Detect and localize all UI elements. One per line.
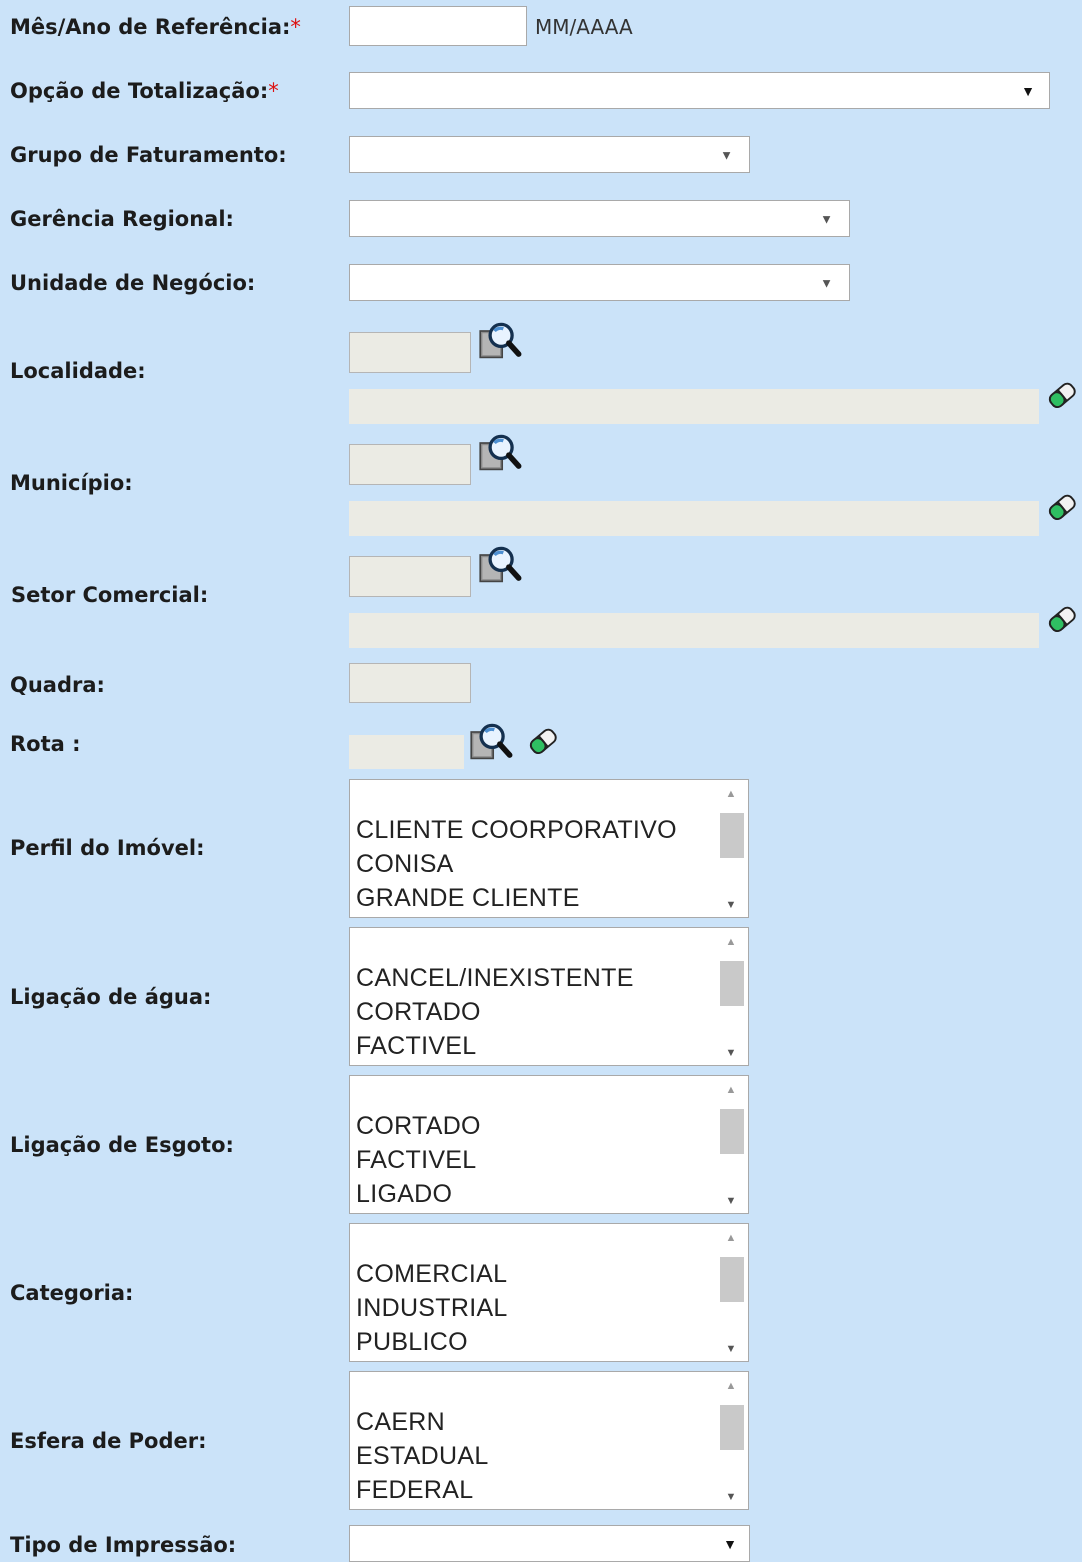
dropdown-arrow-icon: ▼ <box>723 1535 737 1552</box>
scrollbar[interactable]: ▲ ▼ <box>714 1224 748 1361</box>
scrollbar-thumb[interactable] <box>720 813 744 858</box>
scrollbar[interactable]: ▲ ▼ <box>714 1076 748 1213</box>
list-option[interactable]: PUBLICO <box>356 1325 508 1359</box>
list-option[interactable]: FACTIVEL <box>356 1029 634 1063</box>
scroll-down-arrow-icon[interactable]: ▼ <box>714 1047 748 1059</box>
search-icon[interactable] <box>467 721 515 765</box>
localidade-label: Localidade: <box>10 359 146 383</box>
quadra-label: Quadra: <box>10 673 105 697</box>
grupo-faturamento-label: Grupo de Faturamento: <box>10 143 287 167</box>
dropdown-arrow-icon: ▼ <box>720 147 733 162</box>
search-icon[interactable] <box>476 320 524 364</box>
eraser-icon[interactable] <box>1043 488 1081 526</box>
dropdown-arrow-icon: ▼ <box>820 211 833 226</box>
scroll-up-arrow-icon[interactable]: ▲ <box>714 936 748 948</box>
list-option[interactable]: CORTADO <box>356 1109 481 1143</box>
setor-comercial-description <box>349 613 1039 648</box>
scroll-up-arrow-icon[interactable]: ▲ <box>714 788 748 800</box>
opcao-totalizacao-label: Opção de Totalização:* <box>10 79 279 103</box>
scrollbar-thumb[interactable] <box>720 1109 744 1154</box>
municipio-label: Município: <box>10 471 133 495</box>
list-option[interactable]: CONISA <box>356 847 677 881</box>
grupo-faturamento-select[interactable]: ▼ <box>349 136 750 173</box>
municipio-code-input[interactable] <box>349 444 471 485</box>
search-icon[interactable] <box>476 432 524 476</box>
perfil-imovel-label: Perfil do Imóvel: <box>10 836 205 860</box>
categoria-label: Categoria: <box>10 1281 134 1305</box>
rota-input[interactable] <box>349 735 464 769</box>
scroll-up-arrow-icon[interactable]: ▲ <box>714 1380 748 1392</box>
ligacao-esgoto-listbox[interactable]: CORTADO FACTIVEL LIGADO ▲ ▼ <box>349 1075 749 1214</box>
eraser-icon[interactable] <box>1043 600 1081 638</box>
gerencia-regional-label: Gerência Regional: <box>10 207 234 231</box>
list-option[interactable]: FACTIVEL <box>356 1143 481 1177</box>
mes-ano-label: Mês/Ano de Referência:* <box>10 15 301 39</box>
scroll-down-arrow-icon[interactable]: ▼ <box>714 1195 748 1207</box>
mes-ano-input[interactable] <box>349 6 527 46</box>
unidade-negocio-label: Unidade de Negócio: <box>10 271 256 295</box>
list-option[interactable]: ESTADUAL <box>356 1439 489 1473</box>
list-option[interactable]: CANCEL/INEXISTENTE <box>356 961 634 995</box>
ligacao-agua-listbox[interactable]: CANCEL/INEXISTENTE CORTADO FACTIVEL ▲ ▼ <box>349 927 749 1066</box>
unidade-negocio-select[interactable]: ▼ <box>349 264 850 301</box>
setor-comercial-code-input[interactable] <box>349 556 471 597</box>
gerencia-regional-select[interactable]: ▼ <box>349 200 850 237</box>
scrollbar-thumb[interactable] <box>720 1405 744 1450</box>
esfera-poder-listbox[interactable]: CAERN ESTADUAL FEDERAL ▲ ▼ <box>349 1371 749 1510</box>
scroll-up-arrow-icon[interactable]: ▲ <box>714 1232 748 1244</box>
list-option[interactable]: COMERCIAL <box>356 1257 508 1291</box>
list-option[interactable]: CORTADO <box>356 995 634 1029</box>
tipo-impressao-select[interactable]: ▼ <box>349 1525 750 1562</box>
list-option[interactable]: INDUSTRIAL <box>356 1291 508 1325</box>
esfera-poder-label: Esfera de Poder: <box>10 1429 207 1453</box>
scrollbar-thumb[interactable] <box>720 961 744 1006</box>
opcao-totalizacao-select[interactable]: ▼ <box>349 72 1050 109</box>
municipio-description <box>349 501 1039 536</box>
scrollbar[interactable]: ▲ ▼ <box>714 928 748 1065</box>
list-option[interactable]: CAERN <box>356 1405 489 1439</box>
list-option[interactable]: FEDERAL <box>356 1473 489 1507</box>
required-mark: * <box>268 79 279 103</box>
scrollbar-thumb[interactable] <box>720 1257 744 1302</box>
list-option[interactable]: LIGADO <box>356 1177 481 1211</box>
scroll-up-arrow-icon[interactable]: ▲ <box>714 1084 748 1096</box>
list-option[interactable]: CLIENTE COORPORATIVO <box>356 813 677 847</box>
setor-comercial-label: Setor Comercial: <box>11 583 209 607</box>
dropdown-arrow-icon: ▼ <box>1021 82 1035 99</box>
rota-label: Rota : <box>10 732 81 756</box>
required-mark: * <box>290 15 301 39</box>
search-icon[interactable] <box>476 544 524 588</box>
eraser-icon[interactable] <box>1043 376 1081 414</box>
perfil-imovel-listbox[interactable]: CLIENTE COORPORATIVO CONISA GRANDE CLIEN… <box>349 779 749 918</box>
localidade-description <box>349 389 1039 424</box>
scrollbar[interactable]: ▲ ▼ <box>714 1372 748 1509</box>
ligacao-esgoto-label: Ligação de Esgoto: <box>10 1133 234 1157</box>
scroll-down-arrow-icon[interactable]: ▼ <box>714 1343 748 1355</box>
mes-ano-format-hint: MM/AAAA <box>535 15 633 39</box>
dropdown-arrow-icon: ▼ <box>820 275 833 290</box>
localidade-code-input[interactable] <box>349 332 471 373</box>
quadra-input[interactable] <box>349 663 471 703</box>
categoria-listbox[interactable]: COMERCIAL INDUSTRIAL PUBLICO ▲ ▼ <box>349 1223 749 1362</box>
scroll-down-arrow-icon[interactable]: ▼ <box>714 899 748 911</box>
scrollbar[interactable]: ▲ ▼ <box>714 780 748 917</box>
ligacao-agua-label: Ligação de água: <box>10 985 212 1009</box>
scroll-down-arrow-icon[interactable]: ▼ <box>714 1491 748 1503</box>
tipo-impressao-label: Tipo de Impressão: <box>10 1533 237 1557</box>
list-option[interactable]: GRANDE CLIENTE <box>356 881 677 915</box>
eraser-icon[interactable] <box>524 722 562 760</box>
